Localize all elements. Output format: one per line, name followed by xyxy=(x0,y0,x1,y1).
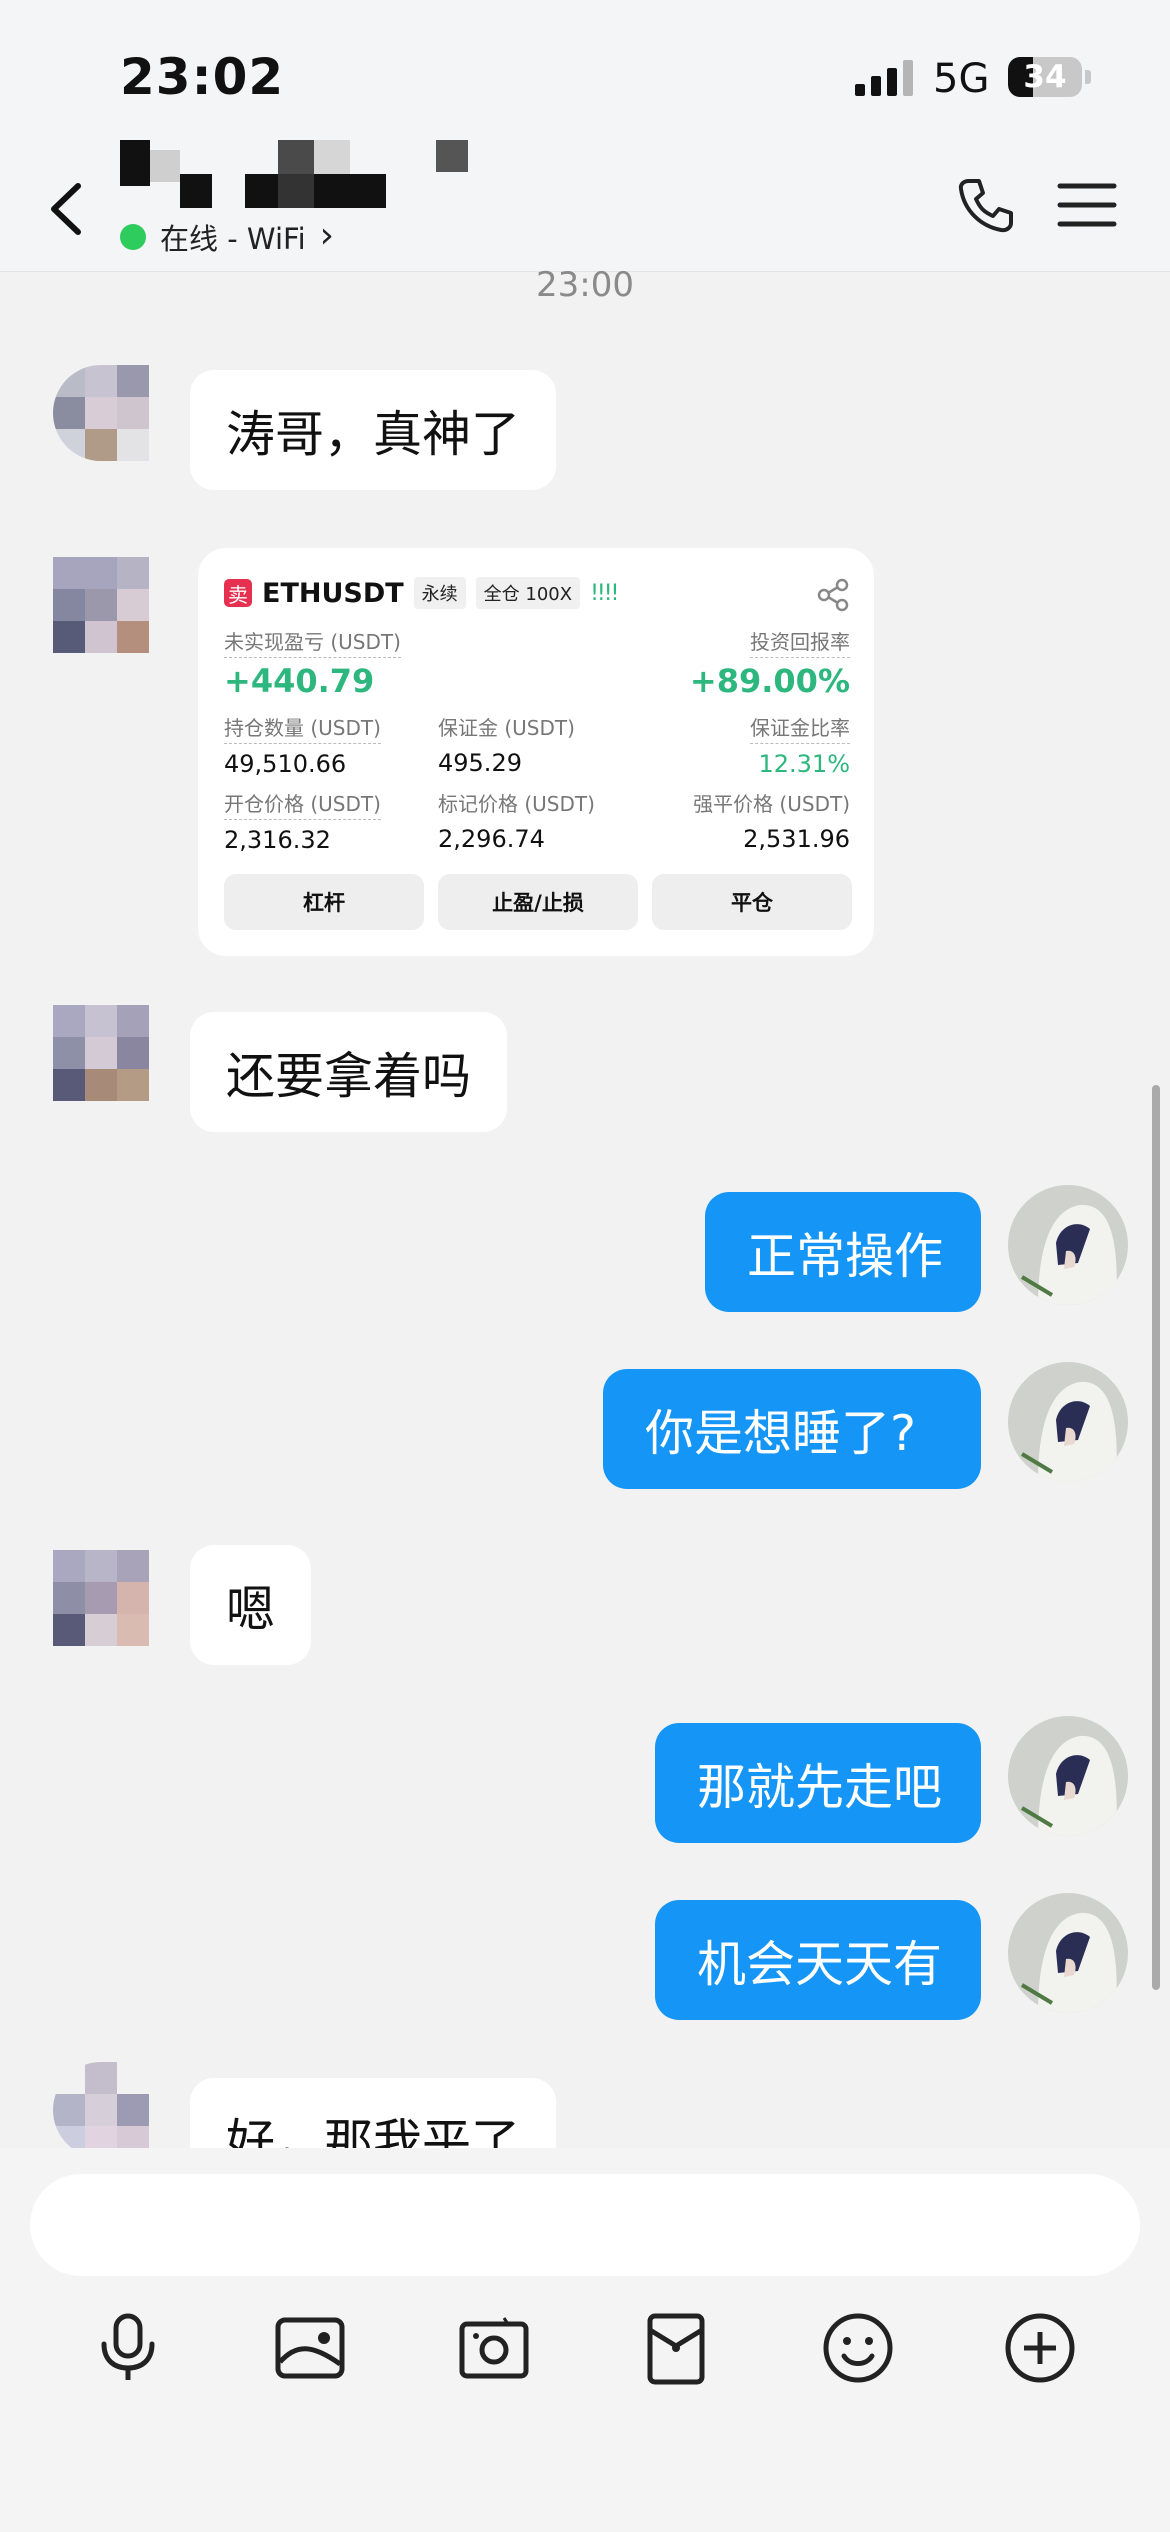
sell-badge: 卖 xyxy=(224,579,252,607)
network-type: 5G xyxy=(933,56,990,102)
message-input[interactable] xyxy=(30,2174,1140,2276)
mark-price: 标记价格 (USDT) 2,296.74 xyxy=(438,788,595,853)
contact-avatar[interactable] xyxy=(53,1550,149,1646)
contact-avatar[interactable] xyxy=(53,1005,149,1101)
online-status[interactable]: 在线 - WiFi › xyxy=(120,214,335,258)
red-packet-icon[interactable] xyxy=(636,2308,716,2388)
liquidation-price-label: 强平价格 (USDT) xyxy=(693,792,850,816)
contact-avatar[interactable] xyxy=(53,365,149,461)
message-text: 那就先走吧 xyxy=(697,1758,943,1816)
message-bubble-incoming[interactable]: 还要拿着吗 xyxy=(190,1012,508,1132)
status-bar: 23:02 5G 34 xyxy=(0,0,1170,150)
message-text: 还要拿着吗 xyxy=(226,1047,472,1105)
margin-ratio-label: 保证金比率 xyxy=(750,712,850,744)
battery-icon: 34 xyxy=(1008,57,1082,97)
position-size-label: 持仓数量 (USDT) xyxy=(224,712,381,744)
margin: 保证金 (USDT) 495.29 xyxy=(438,712,575,777)
message-bubble-incoming[interactable]: 嗯 xyxy=(190,1545,312,1665)
margin-ratio-value: 12.31% xyxy=(758,750,850,778)
message-bubble-outgoing[interactable]: 机会天天有 xyxy=(655,1900,981,2020)
position-size-value: 49,510.66 xyxy=(224,750,347,778)
chevron-right-icon: › xyxy=(319,214,335,256)
entry-price-label: 开仓价格 (USDT) xyxy=(224,788,381,820)
online-dot-icon xyxy=(120,224,146,250)
position-size: 持仓数量 (USDT) 49,510.66 xyxy=(224,712,381,778)
unrealized-pnl-value: +440.79 xyxy=(224,662,375,700)
leverage-button[interactable]: 杠杆 xyxy=(224,874,424,930)
input-area xyxy=(0,2148,1170,2532)
roi-value: +89.00% xyxy=(689,662,850,700)
risk-bars: !!!! xyxy=(590,580,619,606)
mark-price-label: 标记价格 (USDT) xyxy=(438,792,595,816)
message-bubble-outgoing[interactable]: 你是想睡了? xyxy=(603,1369,981,1489)
roi-label: 投资回报率 xyxy=(750,626,850,658)
user-avatar[interactable] xyxy=(1008,1893,1128,2013)
scrollbar[interactable] xyxy=(1152,1085,1160,1990)
message-text: 涛哥，真神了 xyxy=(226,405,521,463)
message-timestamp: 23:00 xyxy=(536,265,634,305)
user-avatar[interactable] xyxy=(1008,1716,1128,1836)
menu-icon[interactable] xyxy=(1057,180,1117,230)
entry-price-value: 2,316.32 xyxy=(224,826,331,854)
contact-avatar[interactable] xyxy=(53,2062,149,2158)
margin-label: 保证金 (USDT) xyxy=(438,716,575,740)
message-bubble-incoming[interactable]: 涛哥，真神了 xyxy=(190,370,557,490)
emoji-icon[interactable] xyxy=(818,2308,898,2388)
message-text: 嗯 xyxy=(226,1580,276,1638)
signal-strength-icon xyxy=(855,60,913,96)
message-text: 机会天天有 xyxy=(697,1935,943,1993)
plus-icon[interactable] xyxy=(1000,2308,1080,2388)
contract-type-tag: 永续 xyxy=(413,577,466,609)
contact-avatar[interactable] xyxy=(53,557,149,653)
margin-mode-tag: 全仓 100X xyxy=(475,577,581,609)
liquidation-price: 强平价格 (USDT) 2,531.96 xyxy=(693,788,850,853)
unrealized-pnl: 未实现盈亏 (USDT) +440.79 xyxy=(224,626,401,700)
margin-ratio: 保证金比率 12.31% xyxy=(750,712,850,778)
status-time: 23:02 xyxy=(120,48,285,106)
microphone-icon[interactable] xyxy=(88,2308,168,2388)
entry-price: 开仓价格 (USDT) 2,316.32 xyxy=(224,788,381,854)
battery-level: 34 xyxy=(1023,59,1067,95)
mark-price-value: 2,296.74 xyxy=(438,825,545,853)
unrealized-pnl-label: 未实现盈亏 (USDT) xyxy=(224,626,401,658)
online-status-text: 在线 - WiFi xyxy=(160,222,306,256)
user-avatar[interactable] xyxy=(1008,1185,1128,1305)
chat-header: 在线 - WiFi › xyxy=(0,140,1170,272)
tp-sl-button[interactable]: 止盈/止损 xyxy=(438,874,638,930)
contact-name-redacted[interactable] xyxy=(120,140,480,210)
trade-position-card[interactable]: 卖 ETHUSDT 永续 全仓 100X !!!! 未实现盈亏 (USDT) +… xyxy=(198,548,874,956)
back-arrow-icon[interactable] xyxy=(40,174,100,244)
margin-value: 495.29 xyxy=(438,749,522,777)
message-text: 你是想睡了? xyxy=(645,1404,917,1462)
image-icon[interactable] xyxy=(270,2308,350,2388)
camera-icon[interactable] xyxy=(454,2308,534,2388)
battery-tip xyxy=(1085,70,1091,84)
message-text: 正常操作 xyxy=(747,1227,944,1285)
liquidation-price-value: 2,531.96 xyxy=(743,825,850,853)
user-avatar[interactable] xyxy=(1008,1362,1128,1482)
message-bubble-outgoing[interactable]: 那就先走吧 xyxy=(655,1723,981,1843)
close-position-button[interactable]: 平仓 xyxy=(652,874,852,930)
trade-symbol: ETHUSDT xyxy=(262,577,404,609)
roi: 投资回报率 +89.00% xyxy=(690,626,850,700)
phone-icon[interactable] xyxy=(955,175,1015,235)
message-bubble-outgoing[interactable]: 正常操作 xyxy=(705,1192,981,1312)
share-icon[interactable] xyxy=(816,578,850,612)
